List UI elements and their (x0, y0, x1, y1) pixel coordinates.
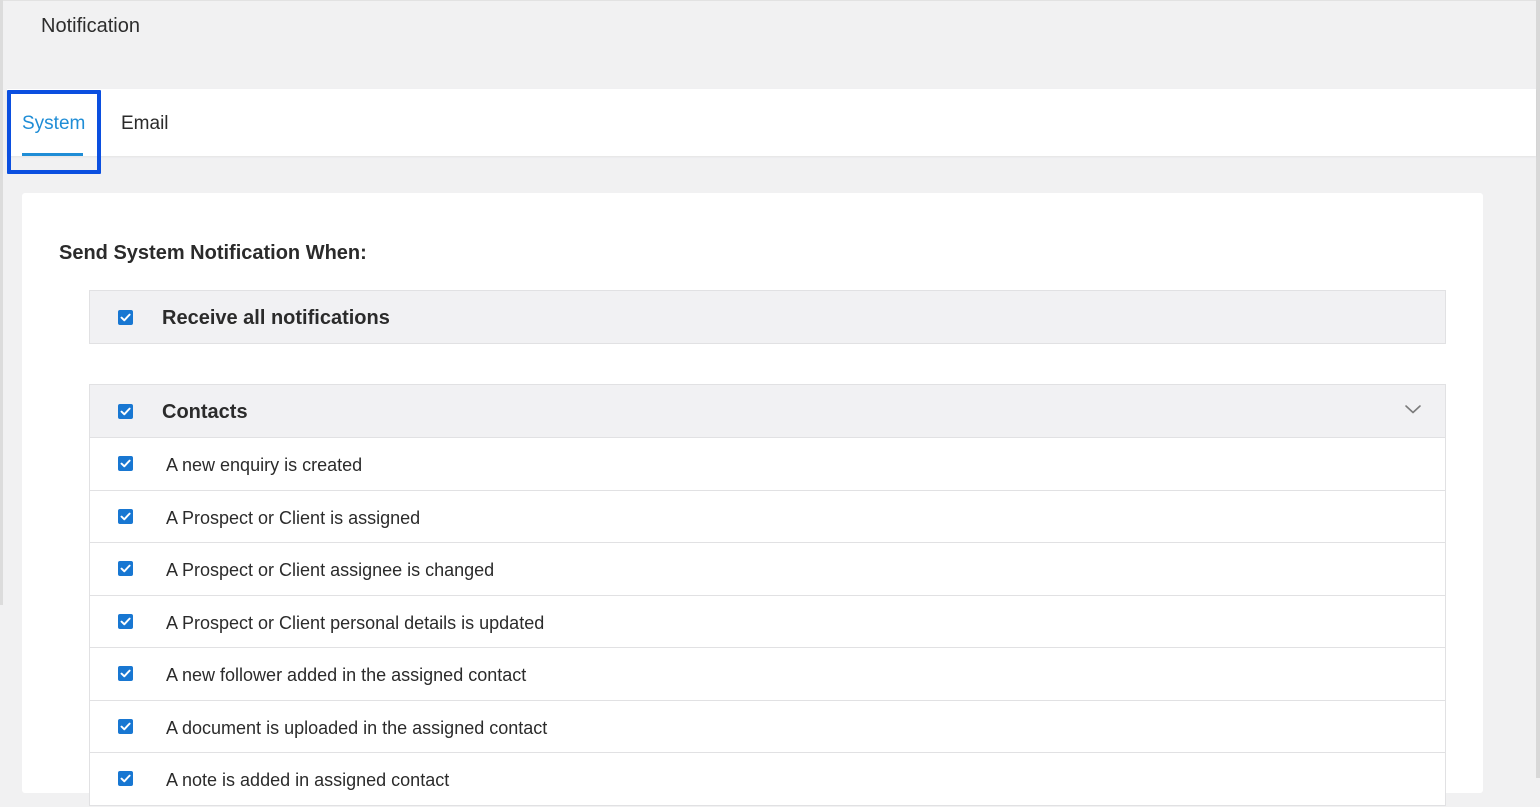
section-title: Send System Notification When: (59, 242, 367, 264)
checkmark-icon (120, 669, 131, 678)
item-checkbox[interactable] (118, 456, 133, 471)
tab-email[interactable]: Email (121, 89, 169, 156)
list-item[interactable]: A new enquiry is created (90, 437, 1445, 490)
list-item[interactable]: A note is added in assigned contact (90, 752, 1445, 805)
tab-email-label: Email (121, 113, 169, 134)
checkmark-icon (120, 313, 131, 322)
checkmark-icon (120, 512, 131, 520)
receive-all-row[interactable]: Receive all notifications (90, 291, 1445, 343)
contacts-header[interactable]: Contacts (90, 385, 1445, 437)
list-item[interactable]: A Prospect or Client is assigned (90, 489, 1445, 542)
item-checkbox[interactable] (118, 718, 133, 734)
tab-bar: System Email (7, 89, 1536, 156)
item-label: A new follower added in the assigned con… (166, 665, 527, 685)
item-checkbox[interactable] (118, 666, 133, 681)
item-checkbox[interactable] (118, 613, 133, 629)
contacts-checkbox[interactable] (118, 404, 133, 419)
list-item[interactable]: A Prospect or Client assignee is changed (90, 542, 1445, 595)
tab-system-label: System (22, 113, 86, 134)
scrollbar-track[interactable] (1536, 0, 1540, 778)
checkmark-icon (120, 774, 131, 783)
item-label: A new enquiry is created (166, 455, 363, 475)
checkmark-icon (120, 564, 131, 573)
contacts-label: Contacts (162, 401, 248, 423)
chevron-down-icon[interactable] (1403, 399, 1423, 419)
contacts-group: Contacts A new enquiry is created A Pros… (89, 384, 1446, 806)
item-checkbox[interactable] (118, 771, 133, 786)
item-label: A Prospect or Client personal details is… (166, 612, 545, 633)
item-checkbox[interactable] (118, 508, 133, 524)
tab-system[interactable]: System (22, 89, 86, 156)
item-label: A document is uploaded in the assigned c… (166, 717, 548, 738)
notification-settings-card: Send System Notification When: Receive a… (22, 193, 1483, 806)
receive-all-label: Receive all notifications (162, 307, 390, 329)
top-divider (0, 0, 1540, 1)
checkmark-icon (120, 407, 131, 416)
receive-all-checkbox[interactable] (118, 310, 133, 325)
list-item[interactable]: A document is uploaded in the assigned c… (90, 699, 1445, 752)
list-item[interactable]: A Prospect or Client personal details is… (90, 594, 1445, 647)
left-divider (0, 0, 3, 605)
checkmark-icon (120, 459, 131, 468)
list-item[interactable]: A new follower added in the assigned con… (90, 647, 1445, 700)
item-checkbox[interactable] (118, 561, 133, 576)
checkmark-icon (120, 617, 131, 625)
page-title: Notification (41, 15, 140, 37)
active-tab-indicator (22, 153, 83, 156)
item-label: A Prospect or Client is assigned (166, 507, 421, 528)
item-label: A note is added in assigned contact (166, 770, 450, 790)
receive-all-group: Receive all notifications (89, 290, 1446, 344)
checkmark-icon (120, 722, 131, 730)
item-label: A Prospect or Client assignee is changed (166, 560, 495, 580)
